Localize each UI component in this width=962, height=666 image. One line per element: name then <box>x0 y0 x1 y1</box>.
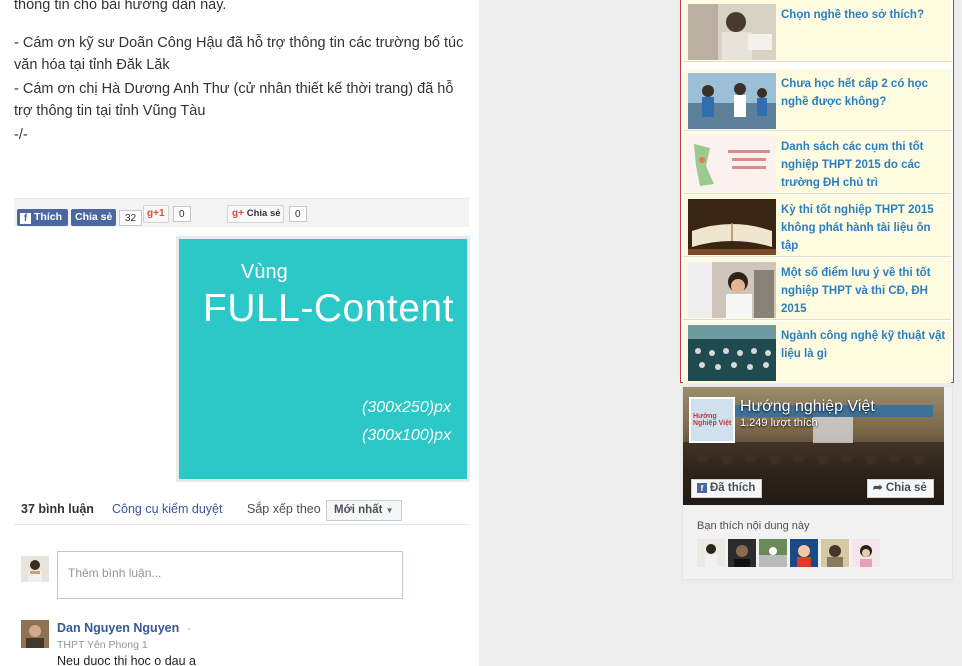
avatar[interactable] <box>21 620 49 648</box>
article-link[interactable]: Chọn nghề theo sở thích? <box>781 6 949 24</box>
sort-label: Sắp xếp theo <box>247 502 321 516</box>
article-thumbnail[interactable] <box>688 262 776 318</box>
comment-author-link[interactable]: Dan Nguyen Nguyen <box>57 621 179 635</box>
google-share-button[interactable]: g+ Chia sẻ <box>227 205 284 223</box>
article-thumbnail[interactable] <box>688 325 776 381</box>
comment-count: 37 bình luận <box>21 502 94 516</box>
separator-dot: · <box>187 621 191 635</box>
gplus-one-button[interactable]: g+1 <box>143 205 169 223</box>
fb-like-count: 1.249 lượt thích <box>740 417 818 429</box>
comment-input[interactable]: Thêm bình luận... <box>57 551 403 599</box>
facebook-icon: f <box>697 483 707 493</box>
friend-avatar[interactable] <box>759 539 787 567</box>
fb-share-button[interactable]: Chia sẻ <box>71 209 116 226</box>
ad-placeholder[interactable]: Vùng FULL-Content (300x250)px (300x100)p… <box>176 236 470 482</box>
list-item[interactable]: Chọn nghề theo sở thích? <box>683 0 951 62</box>
ad-size-2: (300x100)px <box>362 427 451 444</box>
list-item[interactable]: Kỳ thi tốt nghiệp THPT 2015 không phát h… <box>683 195 951 257</box>
friends-like-label: Bạn thích nội dung này <box>697 520 810 532</box>
friend-avatar[interactable] <box>728 539 756 567</box>
list-item[interactable]: Danh sách các cụm thi tốt nghiệp THPT 20… <box>683 132 951 194</box>
fb-cover-photo[interactable]: Hướng Nghiệp Việt Hướng nghiệp Việt 1.24… <box>683 387 944 505</box>
related-articles-list: Chọn nghề theo sở thích? Chưa học hết cấ… <box>680 0 954 383</box>
list-item[interactable]: Chưa học hết cấp 2 có học nghề được khôn… <box>683 69 951 131</box>
article-thumbnail[interactable] <box>688 73 776 129</box>
ad-label-title: FULL-Content <box>203 287 454 330</box>
fb-liked-button[interactable]: f Đã thích <box>691 479 763 498</box>
article-link[interactable]: Chưa học hết cấp 2 có học nghề được khôn… <box>781 75 949 111</box>
article-thumbnail[interactable] <box>688 199 776 255</box>
facebook-page-widget: Hướng Nghiệp Việt Hướng nghiệp Việt 1.24… <box>682 386 953 580</box>
ad-label-zone: Vùng <box>241 261 288 283</box>
article-thumbnail[interactable] <box>688 4 776 60</box>
facebook-icon: f <box>20 213 31 224</box>
social-share-bar: f Thích Chia sẻ 32 g+1 0 g+ Chia sẻ 0 <box>14 198 469 227</box>
article-link[interactable]: Ngành công nghệ kỹ thuật vật liệu là gì <box>781 327 949 363</box>
fb-like-button[interactable]: f Thích <box>17 209 68 226</box>
sort-dropdown[interactable]: Mới nhất ▼ <box>326 500 402 521</box>
main-content: thông tin cho bài hướng dẫn này. - Cám ơ… <box>0 0 479 666</box>
article-end-mark: -/- <box>14 127 28 143</box>
article-thanks-2: - Cám ơn chị Hà Dương Anh Thư (cử nhân t… <box>14 81 454 119</box>
ad-size-1: (300x250)px <box>362 399 451 416</box>
comment-text: Neu duoc thi hoc o dau a <box>57 654 196 666</box>
article-thumbnail[interactable] <box>688 136 776 192</box>
article-text-line: thông tin cho bài hướng dẫn này. <box>14 0 227 13</box>
moderation-tools-link[interactable]: Công cụ kiểm duyệt <box>112 502 222 516</box>
comments-header: 37 bình luận Công cụ kiểm duyệt Sắp xếp … <box>14 498 469 525</box>
article-link[interactable]: Một số điểm lưu ý về thi tốt nghiệp THPT… <box>781 264 949 318</box>
friend-avatar[interactable] <box>852 539 880 567</box>
chevron-down-icon: ▼ <box>385 506 394 515</box>
fb-share-count: 32 <box>119 210 143 226</box>
friend-avatar[interactable] <box>790 539 818 567</box>
avatar <box>21 556 49 582</box>
fb-page-logo[interactable]: Hướng Nghiệp Việt <box>689 397 735 443</box>
list-item[interactable]: Ngành công nghệ kỹ thuật vật liệu là gì <box>683 321 951 383</box>
comment-author-school: THPT Yên Phong 1 <box>57 639 148 651</box>
article-thanks-1: - Cám ơn kỹ sư Doãn Công Hậu đã hỗ trợ t… <box>14 35 464 73</box>
article-link[interactable]: Kỳ thi tốt nghiệp THPT 2015 không phát h… <box>781 201 949 255</box>
share-arrow-icon: ➦ <box>873 482 883 494</box>
friend-avatar[interactable] <box>697 539 725 567</box>
gplus-count: 0 <box>173 206 191 222</box>
list-item[interactable]: Một số điểm lưu ý về thi tốt nghiệp THPT… <box>683 258 951 320</box>
fb-share-button[interactable]: ➦ Chia sẻ <box>867 479 934 498</box>
google-plus-icon: g+ <box>232 208 244 219</box>
fb-page-name[interactable]: Hướng nghiệp Việt <box>740 398 875 416</box>
article-link[interactable]: Danh sách các cụm thi tốt nghiệp THPT 20… <box>781 138 949 192</box>
google-share-count: 0 <box>289 206 307 222</box>
friend-avatar[interactable] <box>821 539 849 567</box>
